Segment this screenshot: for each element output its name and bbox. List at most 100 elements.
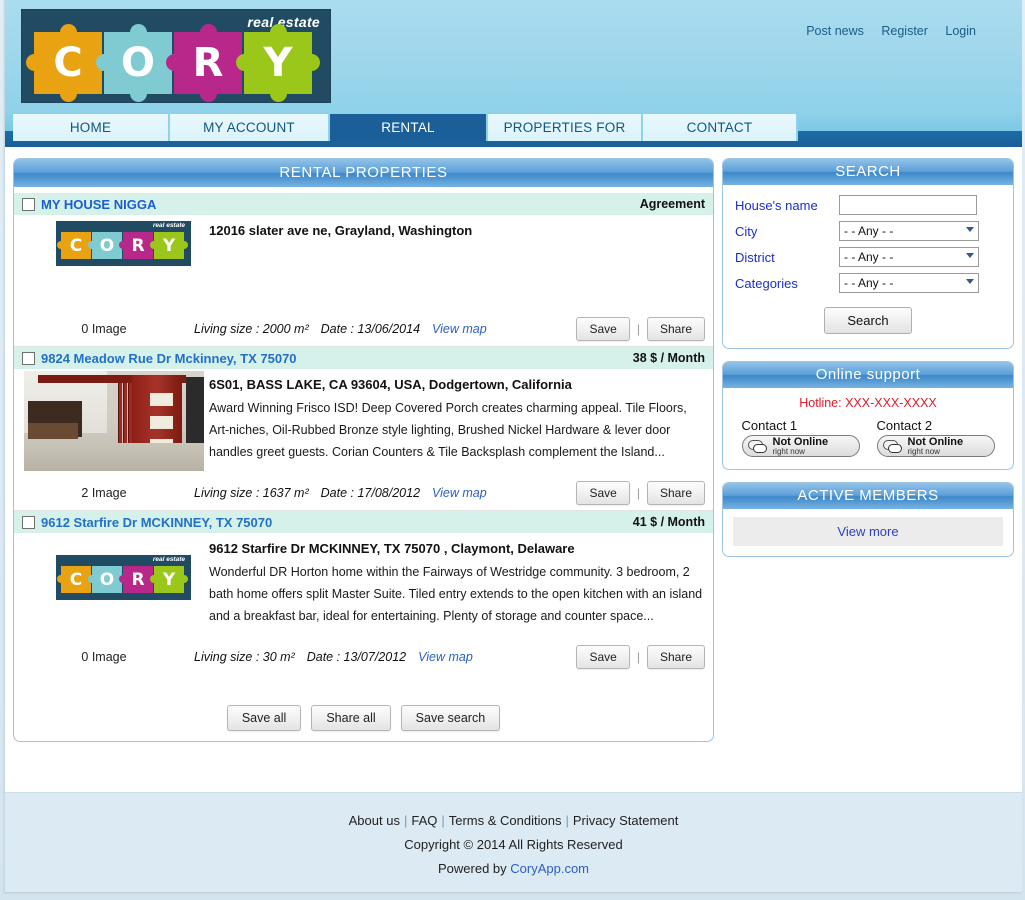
share-button[interactable]: Share xyxy=(646,316,705,341)
view-more-link[interactable]: View more xyxy=(837,524,898,539)
save-button[interactable]: Save xyxy=(576,480,630,505)
members-box-title: ACTIVE MEMBERS xyxy=(723,483,1013,509)
property-photo xyxy=(24,371,204,471)
site-logo[interactable]: real estate C O R Y xyxy=(21,9,331,103)
listing-item: MY HOUSE NIGGA Agreement real estate C O xyxy=(14,193,713,347)
listing-title-link[interactable]: 9824 Meadow Rue Dr Mckinney, TX 75070 xyxy=(41,351,297,366)
share-button[interactable]: Share xyxy=(646,645,705,669)
link-post-news[interactable]: Post news xyxy=(806,24,864,38)
listings-panel-title: RENTAL PROPERTIES xyxy=(14,159,713,187)
logo-letter-o: O xyxy=(96,24,180,102)
listing-meta-row: 0 Image Living size : 30 m² Date : 13/07… xyxy=(14,639,713,675)
thumb-letter-r: R xyxy=(119,232,157,259)
listing-text: 12016 slater ave ne, Grayland, Washingto… xyxy=(209,222,713,240)
nav-tab-my-account[interactable]: MY ACCOUNT xyxy=(170,114,330,141)
contact-status-main: Not Online xyxy=(772,435,829,448)
footer-separator: | xyxy=(441,813,445,828)
house-name-input[interactable] xyxy=(839,195,977,215)
link-register[interactable]: Register xyxy=(881,24,928,38)
share-all-button[interactable]: Share all xyxy=(311,705,391,731)
nav-tab-contact[interactable]: CONTACT xyxy=(643,114,798,141)
listing-actions: Save | Share xyxy=(576,316,705,341)
support-contacts: Contact 1 Not Online right now Contact 2… xyxy=(733,418,1003,457)
contact-status-sub: right now xyxy=(907,446,940,456)
site-header: real estate C O R Y Post news Register L… xyxy=(5,0,1022,111)
listing-title-link[interactable]: MY HOUSE NIGGA xyxy=(41,197,156,212)
listing-date: Date : 13/07/2012 xyxy=(306,650,407,664)
listing-actions: Save | Share xyxy=(576,645,705,669)
powered-by-label: Powered by xyxy=(437,861,507,876)
logo-letter-c: C xyxy=(26,24,110,102)
chevron-down-icon xyxy=(966,227,974,232)
listing-address: 9612 Starfire Dr MCKINNEY, TX 75070 , Cl… xyxy=(209,541,575,556)
footer-powered-by: Powered by CoryApp.com xyxy=(5,861,1022,876)
listing-date: Date : 17/08/2012 xyxy=(320,485,421,500)
listing-thumbnail[interactable]: real estate C O R Y xyxy=(56,221,191,266)
footer-links: About us | FAQ | Terms & Conditions | Privacy … xyxy=(5,813,1022,828)
search-field-city: City - - Any - - xyxy=(735,221,1001,241)
save-search-button[interactable]: Save search xyxy=(400,705,501,731)
powered-by-link[interactable]: CoryApp.com xyxy=(510,861,589,876)
footer-link-privacy[interactable]: Privacy Statement xyxy=(573,813,679,828)
main-nav: HOME MY ACCOUNT RENTAL PROPERTIES PROPER… xyxy=(5,111,1022,162)
nav-tab-rental-properties[interactable]: RENTAL PROPERTIES xyxy=(330,114,488,162)
action-separator: | xyxy=(636,650,640,664)
view-map-link[interactable]: View map xyxy=(432,322,487,336)
listings-container: MY HOUSE NIGGA Agreement real estate C O xyxy=(14,187,713,731)
view-map-link[interactable]: View map xyxy=(418,650,473,664)
listing-item: 9612 Starfire Dr MCKINNEY, TX 75070 41 $… xyxy=(14,511,713,675)
save-button[interactable]: Save xyxy=(576,645,630,669)
view-map-link[interactable]: View map xyxy=(432,486,487,500)
listing-title-link[interactable]: 9612 Starfire Dr MCKINNEY, TX 75070 xyxy=(41,515,272,530)
save-button[interactable]: Save xyxy=(576,316,630,341)
contact-status-badge[interactable]: Not Online right now xyxy=(741,435,860,457)
listing-living-size: Living size : 2000 m² xyxy=(194,321,309,336)
search-field-district: District - - Any - - xyxy=(735,247,1001,267)
listing-text: 6S01, BASS LAKE, CA 93604, USA, Dodgerto… xyxy=(209,376,713,463)
search-box-body: House's name City - - Any - - District -… xyxy=(723,185,1013,348)
search-button-wrap: Search xyxy=(735,307,1001,334)
listing-image-count: 0 Image xyxy=(81,650,127,664)
support-box-title: Online support xyxy=(723,362,1013,388)
listing-checkbox[interactable] xyxy=(22,515,35,529)
save-all-button[interactable]: Save all xyxy=(226,705,302,731)
listing-meta-row: 0 Image Living size : 2000 m² Date : 13/… xyxy=(14,311,713,347)
district-select[interactable]: - - Any - - xyxy=(839,247,979,267)
footer-link-terms[interactable]: Terms & Conditions xyxy=(449,813,562,828)
support-box-body: Hotline: XXX-XXX-XXXX Contact 1 Not Onli… xyxy=(723,388,1013,469)
nav-tab-home[interactable]: HOME xyxy=(13,114,170,141)
site-footer: About us | FAQ | Terms & Conditions | Privacy … xyxy=(5,792,1022,892)
categories-select[interactable]: - - Any - - xyxy=(839,273,979,293)
share-button[interactable]: Share xyxy=(646,480,705,505)
listing-image-count: 0 Image xyxy=(81,321,127,336)
footer-link-about-us[interactable]: About us xyxy=(349,813,400,828)
search-field-categories: Categories - - Any - - xyxy=(735,273,1001,293)
listing-checkbox[interactable] xyxy=(22,351,35,365)
search-box: SEARCH House's name City - - Any - - Dis… xyxy=(722,158,1014,349)
listing-thumbnail[interactable]: real estate C O R Y xyxy=(56,555,191,600)
top-nav-links: Post news Register Login xyxy=(806,24,976,38)
search-submit-button[interactable]: Search xyxy=(824,307,912,334)
nav-tab-properties-for-sell[interactable]: PROPERTIES FOR SELL xyxy=(488,114,643,162)
listing-description: Wonderful DR Horton home within the Fair… xyxy=(209,565,703,623)
contact-status-main: Not Online xyxy=(907,435,964,448)
action-separator: | xyxy=(636,321,640,336)
logo-thumbnail-image: real estate C O R Y xyxy=(56,555,191,600)
footer-link-faq[interactable]: FAQ xyxy=(411,813,437,828)
link-login[interactable]: Login xyxy=(945,24,976,38)
search-label-house-name: House's name xyxy=(735,197,818,213)
logo-letter-y: Y xyxy=(236,24,320,102)
listing-price: 38 $ / Month xyxy=(632,351,705,365)
listing-image-count: 2 Image xyxy=(81,485,127,500)
logo-letter-r: R xyxy=(166,24,250,102)
action-separator: | xyxy=(636,485,640,500)
city-select[interactable]: - - Any - - xyxy=(839,221,979,241)
listing-thumbnail[interactable] xyxy=(24,371,204,471)
footer-copyright: Copyright © 2014 All Rights Reserved xyxy=(404,837,623,852)
footer-separator: | xyxy=(403,813,408,828)
view-more-row[interactable]: View more xyxy=(733,517,1003,546)
listing-checkbox[interactable] xyxy=(22,197,35,211)
thumb-letter-r: R xyxy=(119,566,157,593)
contact-status-badge[interactable]: Not Online right now xyxy=(876,435,995,457)
online-support-box: Online support Hotline: XXX-XXX-XXXX Con… xyxy=(722,361,1014,470)
